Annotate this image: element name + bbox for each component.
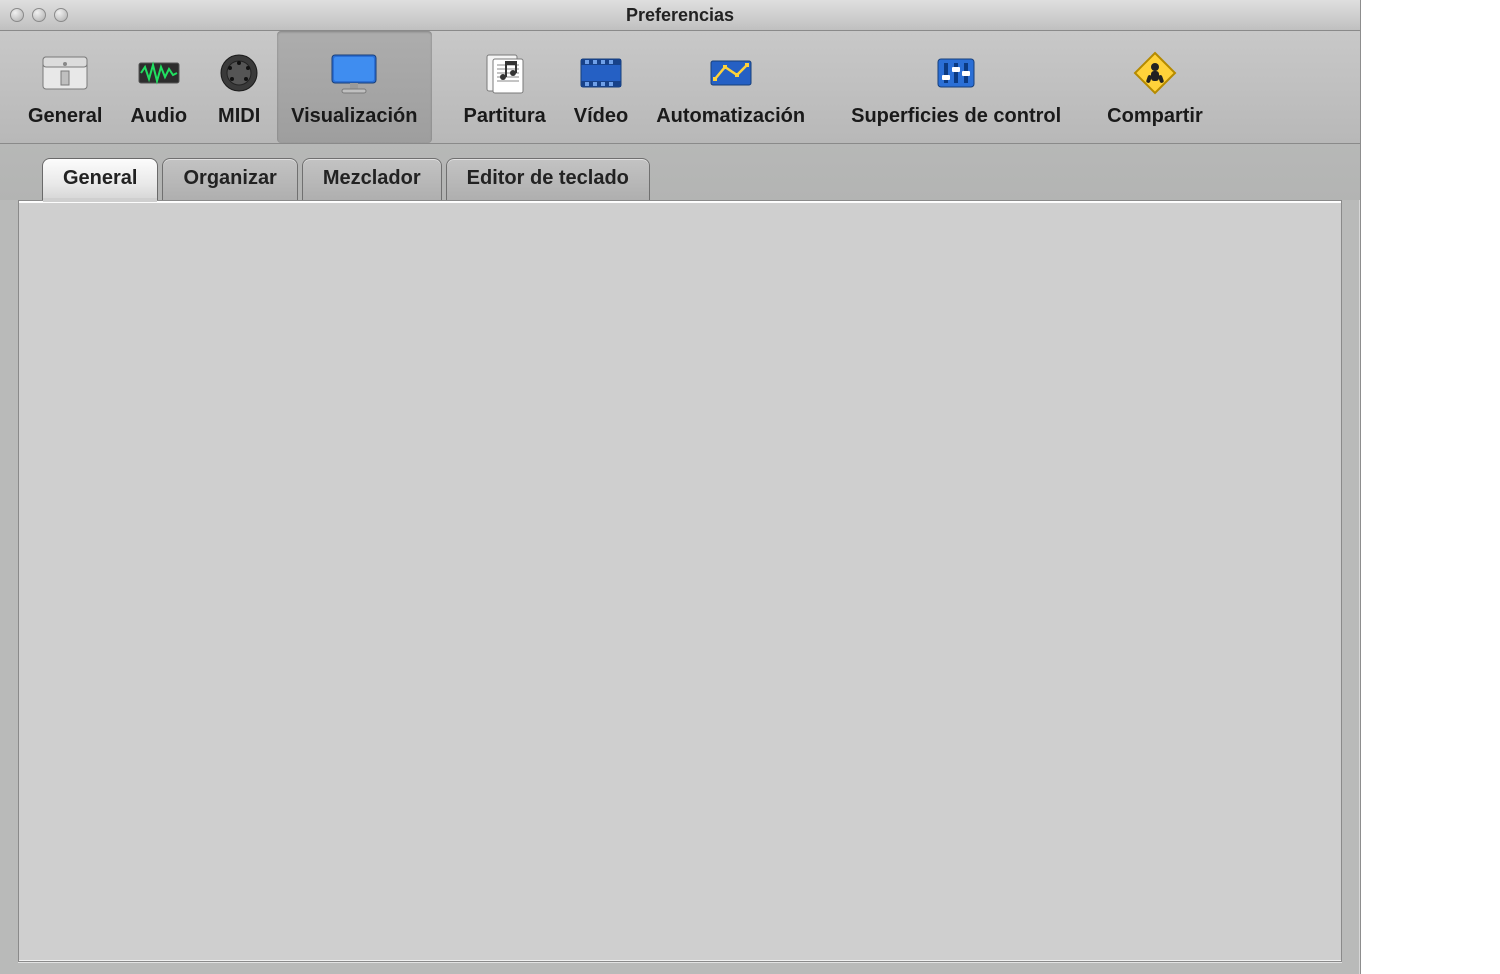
toolbar-item-label: Compartir: [1107, 105, 1203, 128]
display-icon: [328, 47, 380, 99]
toolbar-item-audio[interactable]: Audio: [116, 31, 201, 143]
tab-general[interactable]: General: [42, 158, 158, 200]
tab-label: Organizar: [183, 167, 276, 189]
display-subtabs: General Organizar Mezclador Editor de te…: [0, 144, 1360, 200]
tab-mixer[interactable]: Mezclador: [302, 158, 442, 200]
video-icon: [577, 47, 625, 99]
window-title: Preferencias: [0, 5, 1360, 26]
tab-label: General: [63, 167, 137, 189]
toolbar-item-label: Audio: [130, 105, 187, 128]
toolbar-item-label: Visualización: [291, 105, 417, 128]
toolbar-item-display[interactable]: Visualización: [277, 31, 431, 143]
toolbar-item-label: Superficies de control: [851, 105, 1061, 128]
preferences-toolbar: General Audio: [0, 31, 1360, 144]
toolbar-item-video[interactable]: Vídeo: [560, 31, 642, 143]
midi-icon: [215, 47, 263, 99]
control-surfaces-icon: [932, 47, 980, 99]
toolbar-item-label: MIDI: [218, 105, 260, 128]
general-icon: [41, 47, 89, 99]
toolbar-item-label: General: [28, 105, 102, 128]
tab-arrange[interactable]: Organizar: [162, 158, 297, 200]
toolbar-item-general[interactable]: General: [14, 31, 116, 143]
toolbar-item-label: Partitura: [464, 105, 546, 128]
titlebar: Preferencias: [0, 0, 1360, 31]
toolbar-item-automation[interactable]: Automatización: [642, 31, 819, 143]
toolbar-item-control-surfaces[interactable]: Superficies de control: [837, 31, 1075, 143]
preferences-window: Preferencias General: [0, 0, 1361, 974]
tab-content-panel: [18, 200, 1342, 962]
score-icon: [481, 47, 529, 99]
toolbar-item-score[interactable]: Partitura: [450, 31, 560, 143]
toolbar-item-label: Vídeo: [574, 105, 628, 128]
traffic-lights: [10, 8, 68, 22]
tab-label: Mezclador: [323, 167, 421, 189]
toolbar-item-share[interactable]: Compartir: [1093, 31, 1217, 143]
minimize-window-button[interactable]: [32, 8, 46, 22]
toolbar-item-label: Automatización: [656, 105, 805, 128]
automation-icon: [707, 47, 755, 99]
share-icon: [1131, 47, 1179, 99]
close-window-button[interactable]: [10, 8, 24, 22]
toolbar-item-midi[interactable]: MIDI: [201, 31, 277, 143]
tab-pianoroll[interactable]: Editor de teclado: [446, 158, 650, 200]
tab-label: Editor de teclado: [467, 167, 629, 189]
zoom-window-button[interactable]: [54, 8, 68, 22]
audio-icon: [135, 47, 183, 99]
